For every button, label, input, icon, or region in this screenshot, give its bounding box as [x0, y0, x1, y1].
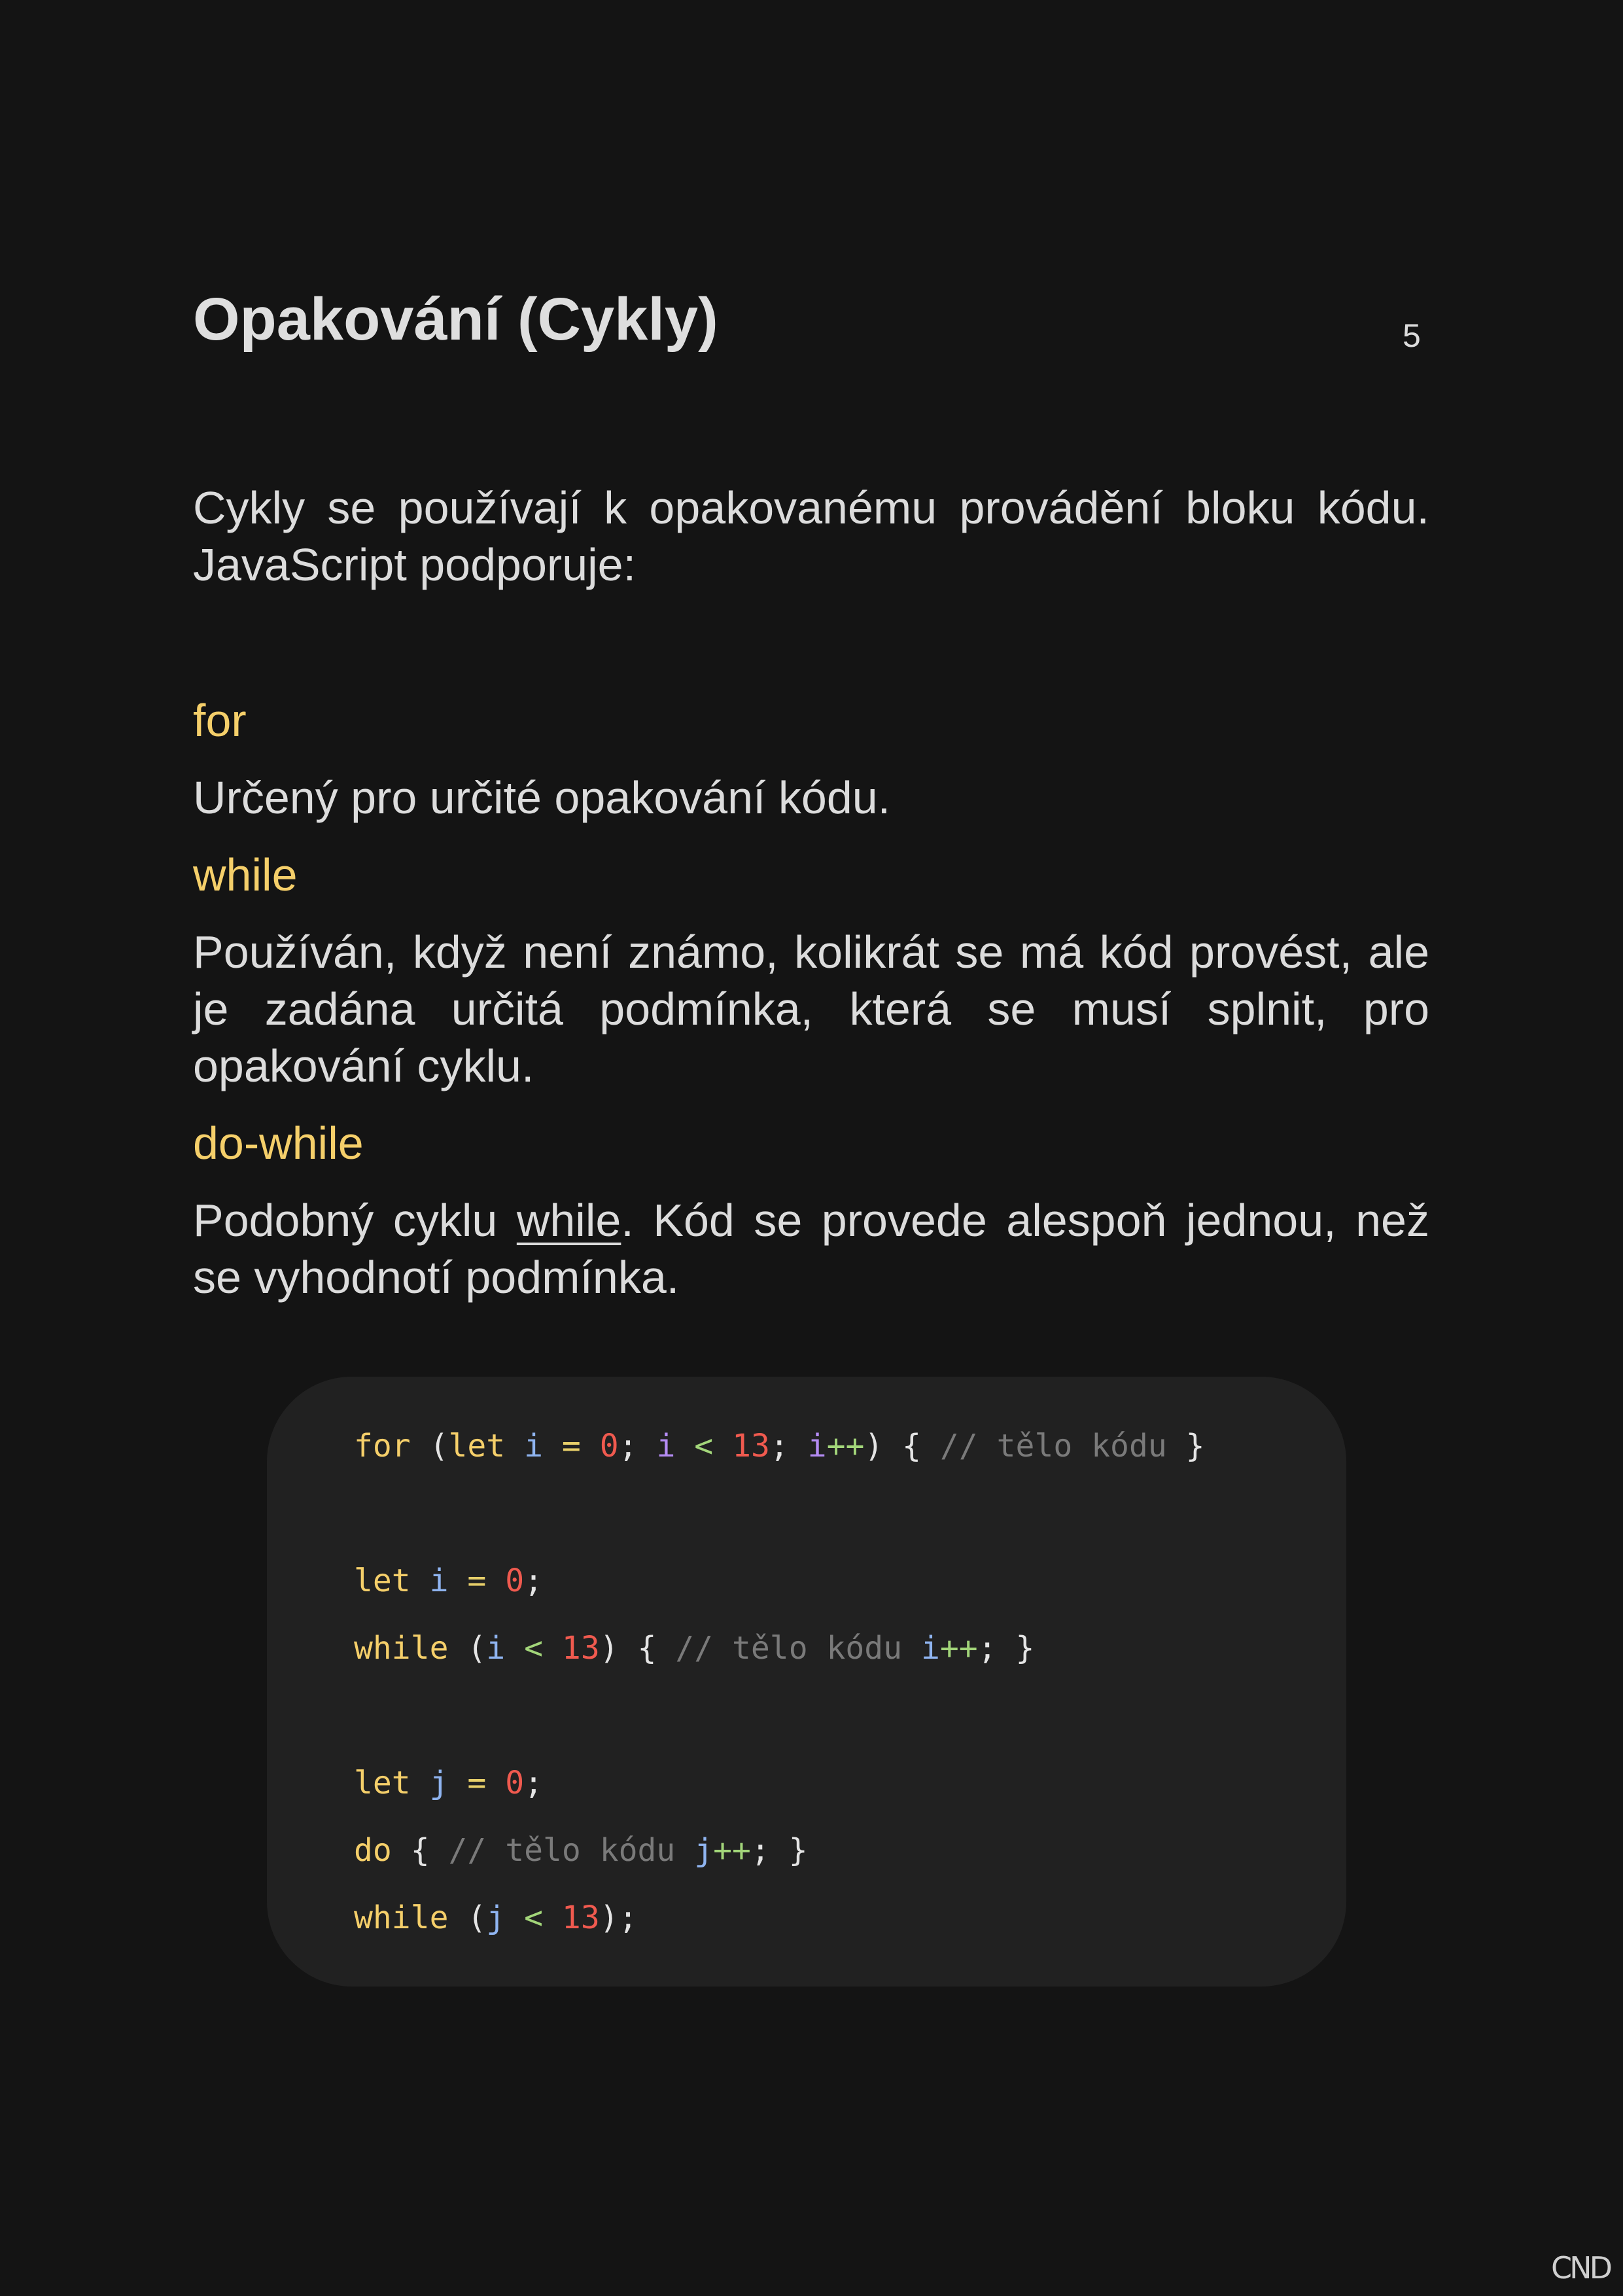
code-line: while (j < 13); [354, 1886, 1346, 1954]
code-token: ) { [864, 1428, 940, 1464]
code-token: ( [448, 1899, 487, 1936]
description-while: Používán, když není známo, kolikrát se m… [193, 927, 1429, 1091]
term-while: while [193, 849, 298, 900]
code-token: i [524, 1428, 544, 1464]
code-token: = [561, 1428, 581, 1464]
term-do-while: do-while [193, 1118, 364, 1169]
description-do-while: Podobný cyklu while. Kód se provede ales… [193, 1192, 1429, 1306]
description-for: Určený pro určité opakování kódu. [193, 772, 891, 823]
term-for: for [193, 695, 247, 746]
code-token: < [524, 1630, 544, 1667]
code-token: j [694, 1832, 714, 1869]
code-token: < [694, 1428, 714, 1464]
code-token: i [656, 1428, 676, 1464]
code-token: // tělo kódu [675, 1630, 903, 1667]
while-link[interactable]: while [517, 1195, 621, 1246]
code-token: ; [769, 1428, 808, 1464]
code-token: // tělo kódu [939, 1428, 1167, 1464]
code-token: } [1166, 1428, 1205, 1464]
code-token: 13 [561, 1630, 600, 1667]
code-token: 13 [561, 1899, 600, 1936]
code-token: j [429, 1765, 449, 1801]
code-token: ( [410, 1428, 449, 1464]
code-token: for [354, 1428, 411, 1464]
code-token: 0 [505, 1563, 525, 1599]
code-token: ; } [977, 1630, 1035, 1667]
code-line: let j = 0; [354, 1752, 1346, 1819]
code-line: do { // tělo kódu j++; } [354, 1819, 1346, 1886]
code-token: 0 [505, 1765, 525, 1801]
code-token: i [486, 1630, 506, 1667]
intro-paragraph: Cykly se používají k opakovanému provádě… [193, 482, 1429, 590]
code-token: { [391, 1832, 449, 1869]
code-token: = [467, 1563, 487, 1599]
code-token: i [921, 1630, 940, 1667]
code-token: ); [599, 1899, 638, 1936]
code-token: ++ [713, 1832, 751, 1869]
page-title: Opakování (Cykly) [193, 286, 718, 353]
code-lines: for (let i = 0; i < 13; i++) { // tělo k… [354, 1415, 1346, 1954]
code-token: j [486, 1899, 506, 1936]
code-line: for (let i = 0; i < 13; i++) { // tělo k… [354, 1415, 1346, 1482]
page-number: 5 [1403, 317, 1421, 354]
code-block: for (let i = 0; i < 13; i++) { // tělo k… [267, 1377, 1346, 1987]
code-line: let i = 0; [354, 1549, 1346, 1617]
code-token: = [467, 1765, 487, 1801]
code-token: ; [524, 1563, 544, 1599]
code-token: i [807, 1428, 827, 1464]
code-token: ++ [939, 1630, 978, 1667]
logo: CND [1551, 2250, 1613, 2286]
loop-list: for Určený pro určité opakování kódu. wh… [193, 692, 1429, 1306]
code-token: while [354, 1899, 449, 1936]
code-token: while [354, 1630, 449, 1667]
code-token: ( [448, 1630, 487, 1667]
code-token: ) { [599, 1630, 676, 1667]
code-token: < [524, 1899, 544, 1936]
code-token: i [429, 1563, 449, 1599]
code-token: let [354, 1765, 411, 1801]
code-token: let [354, 1563, 411, 1599]
code-token: // tělo kódu [448, 1832, 676, 1869]
code-token: 13 [732, 1428, 770, 1464]
code-token: do [354, 1832, 392, 1869]
code-token: ; [618, 1428, 657, 1464]
code-token: ; [524, 1765, 544, 1801]
code-token: ; } [750, 1832, 808, 1869]
code-token: 0 [599, 1428, 619, 1464]
code-line: while (i < 13) { // tělo kódu i++; } [354, 1617, 1346, 1684]
description-do-while-before: Podobný cyklu [193, 1195, 517, 1246]
code-token: let [448, 1428, 506, 1464]
code-token: ++ [826, 1428, 865, 1464]
